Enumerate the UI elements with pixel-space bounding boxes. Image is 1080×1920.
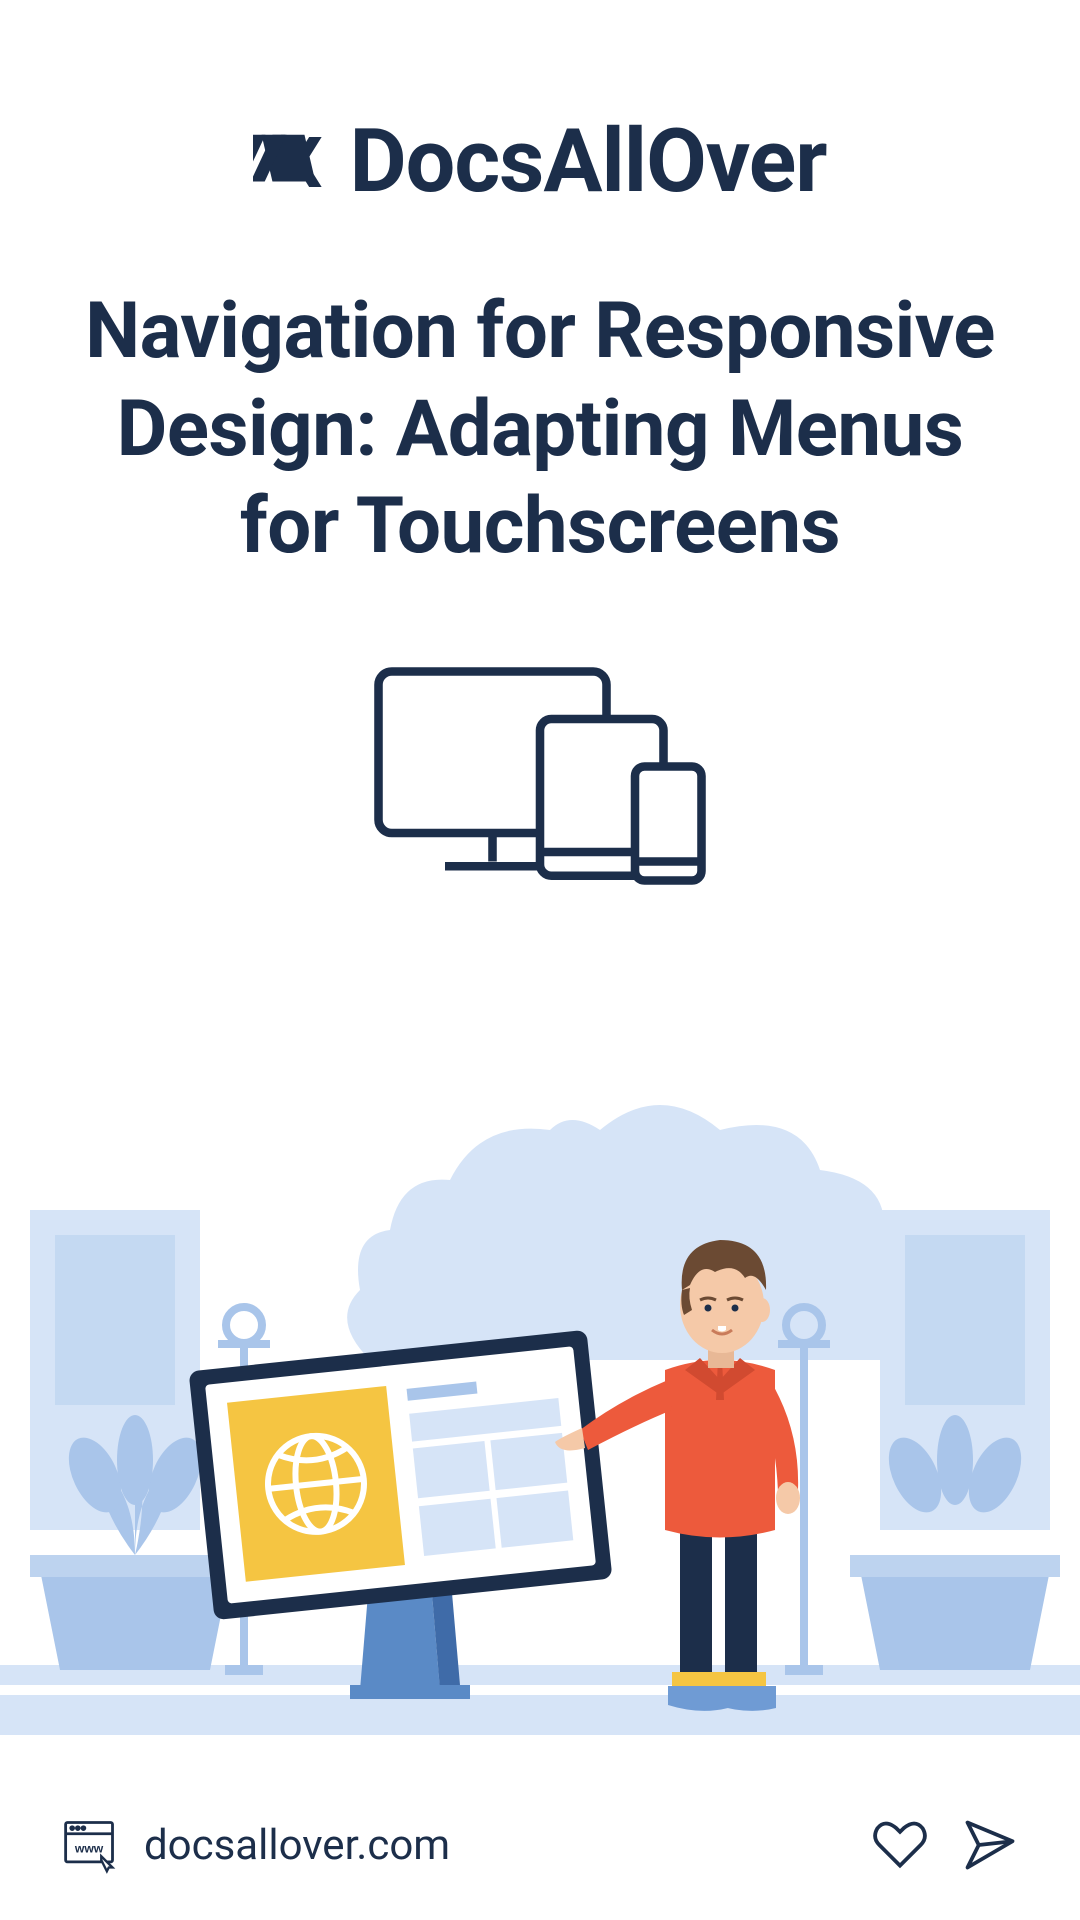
footer-icons [870,1815,1020,1875]
footer: www docsallover.com [0,1770,1080,1920]
heart-icon[interactable] [870,1815,930,1875]
www-icon: www [60,1815,120,1875]
footer-url: docsallover.com [144,1821,450,1870]
footer-left: www docsallover.com [60,1815,870,1875]
kiosk-illustration [189,1330,613,1699]
page-title: Navigation for Responsive Design: Adapti… [0,213,1080,576]
devices-icon [0,646,1080,906]
brand-name: DocsAllOver [349,110,826,213]
logo-icon [253,123,331,201]
hero-illustration [0,1090,1080,1770]
header: DocsAllOver [0,0,1080,213]
svg-text:www: www [74,1842,104,1856]
send-icon[interactable] [960,1815,1020,1875]
